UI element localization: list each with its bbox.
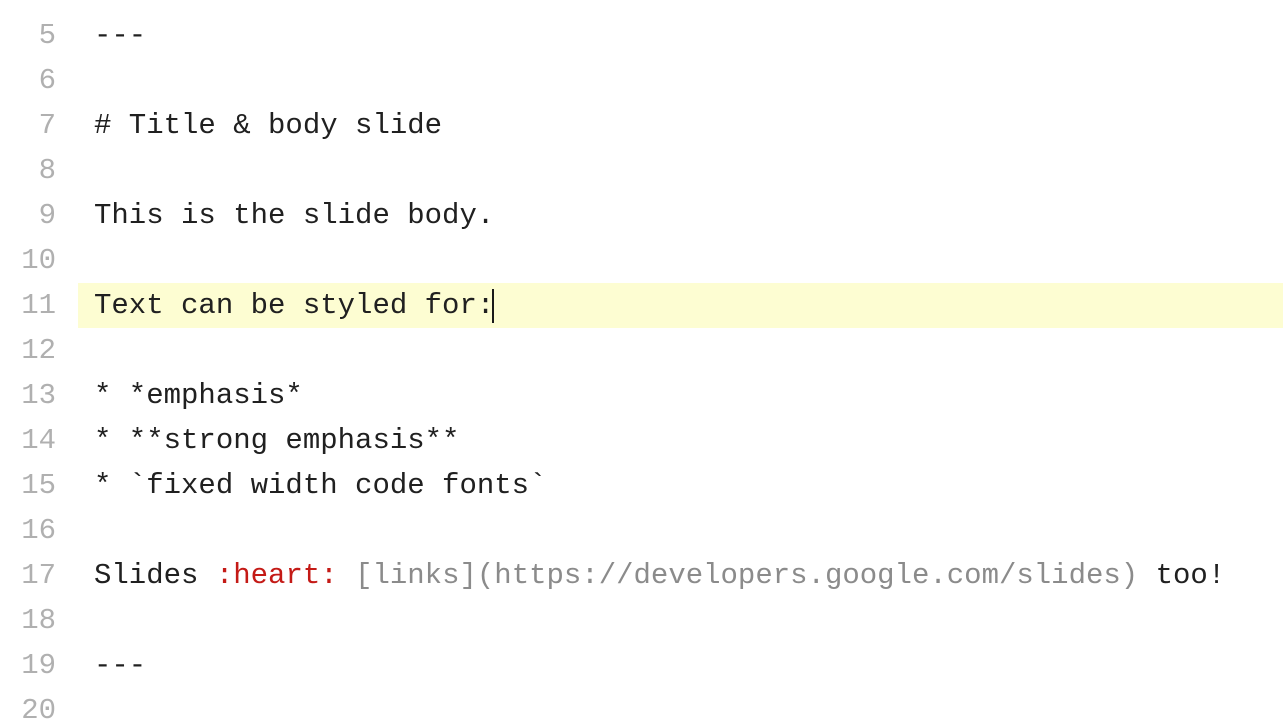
line-number: 13 xyxy=(0,373,78,418)
code-line[interactable]: Slides :heart: [links](https://developer… xyxy=(78,553,1283,598)
line-number-gutter: 567891011121314151617181920 xyxy=(0,0,78,721)
line-number: 19 xyxy=(0,643,78,688)
code-line[interactable] xyxy=(78,688,1283,721)
code-text: * **strong emphasis** xyxy=(94,424,459,457)
line-number: 20 xyxy=(0,688,78,721)
code-line[interactable] xyxy=(78,598,1283,643)
code-content-area[interactable]: --- # Title & body slide This is the slide… xyxy=(78,0,1283,721)
code-text xyxy=(338,559,355,592)
code-text: Text can be styled for: xyxy=(94,289,494,322)
code-text: * `fixed width code fonts` xyxy=(94,469,546,502)
code-text: too! xyxy=(1138,559,1225,592)
code-text: # Title & body slide xyxy=(94,109,442,142)
code-text: --- xyxy=(94,19,146,52)
code-line[interactable]: * `fixed width code fonts` xyxy=(78,463,1283,508)
code-text: * *emphasis* xyxy=(94,379,303,412)
code-text: This is the slide body. xyxy=(94,199,494,232)
code-line[interactable]: # Title & body slide xyxy=(78,103,1283,148)
line-number: 14 xyxy=(0,418,78,463)
line-number: 17 xyxy=(0,553,78,598)
code-text: --- xyxy=(94,649,146,682)
code-line[interactable] xyxy=(78,238,1283,283)
line-number: 10 xyxy=(0,238,78,283)
code-line[interactable] xyxy=(78,58,1283,103)
line-number: 9 xyxy=(0,193,78,238)
code-line[interactable] xyxy=(78,508,1283,553)
code-line[interactable] xyxy=(78,328,1283,373)
code-text: Slides xyxy=(94,559,216,592)
line-number: 6 xyxy=(0,58,78,103)
line-number: 7 xyxy=(0,103,78,148)
line-number: 16 xyxy=(0,508,78,553)
line-number: 5 xyxy=(0,13,78,58)
code-line[interactable] xyxy=(78,148,1283,193)
line-number: 12 xyxy=(0,328,78,373)
code-line-active[interactable]: Text can be styled for: xyxy=(78,283,1283,328)
code-line[interactable]: * **strong emphasis** xyxy=(78,418,1283,463)
line-number: 18 xyxy=(0,598,78,643)
code-line[interactable]: * *emphasis* xyxy=(78,373,1283,418)
markdown-emoji-token: :heart: xyxy=(216,559,338,592)
code-editor[interactable]: 567891011121314151617181920 --- # Title &… xyxy=(0,0,1283,721)
line-number: 8 xyxy=(0,148,78,193)
line-number: 15 xyxy=(0,463,78,508)
line-number: 11 xyxy=(0,283,78,328)
text-cursor xyxy=(492,289,494,323)
code-line[interactable]: --- xyxy=(78,13,1283,58)
code-line[interactable]: This is the slide body. xyxy=(78,193,1283,238)
markdown-link-token: [links](https://developers.google.com/sl… xyxy=(355,559,1138,592)
code-line[interactable]: --- xyxy=(78,643,1283,688)
